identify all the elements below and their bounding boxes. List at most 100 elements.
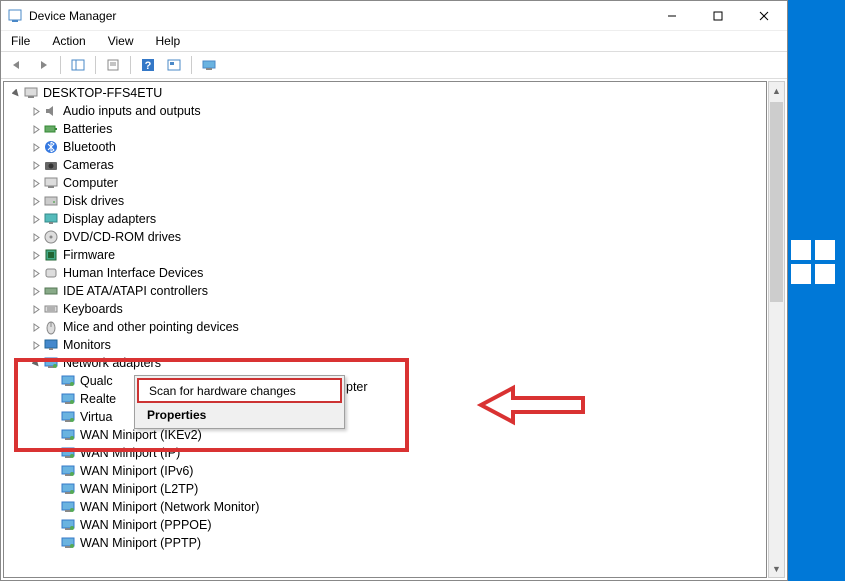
network-adapter-icon	[60, 373, 76, 389]
network-adapter-icon	[60, 463, 76, 479]
display-icon	[43, 211, 59, 227]
properties-button[interactable]	[101, 54, 125, 76]
tree-device[interactable]: WAN Miniport (L2TP)	[4, 480, 766, 498]
expand-icon[interactable]	[30, 123, 42, 135]
menu-file[interactable]: File	[7, 33, 34, 49]
tree-device[interactable]: WAN Miniport (IP)	[4, 444, 766, 462]
monitor-icon	[43, 337, 59, 353]
expand-icon[interactable]	[30, 249, 42, 261]
titlebar[interactable]: Device Manager	[1, 1, 787, 31]
windows-logo-icon	[791, 240, 835, 284]
hid-icon	[43, 265, 59, 281]
tree-category[interactable]: Bluetooth	[4, 138, 766, 156]
menu-help[interactable]: Help	[152, 33, 185, 49]
menu-view[interactable]: View	[104, 33, 138, 49]
tree-category[interactable]: Keyboards	[4, 300, 766, 318]
network-adapter-icon	[60, 535, 76, 551]
network-icon	[43, 355, 59, 371]
expand-icon[interactable]	[30, 321, 42, 333]
scroll-down-button[interactable]: ▼	[769, 560, 784, 577]
context-menu: Scan for hardware changes Properties	[134, 375, 345, 429]
svg-text:?: ?	[145, 60, 152, 72]
help-button[interactable]: ?	[136, 54, 160, 76]
expand-icon[interactable]	[30, 141, 42, 153]
tree-category[interactable]: Human Interface Devices	[4, 264, 766, 282]
dvd-icon	[43, 229, 59, 245]
maximize-button[interactable]	[695, 1, 741, 31]
network-adapter-icon	[60, 481, 76, 497]
truncated-device-text: pter	[346, 380, 368, 394]
camera-icon	[43, 157, 59, 173]
tree-device[interactable]: WAN Miniport (PPPOE)	[4, 516, 766, 534]
collapse-icon[interactable]	[10, 87, 22, 99]
device-tree[interactable]: DESKTOP-FFS4ETUAudio inputs and outputsB…	[3, 81, 767, 578]
expand-icon[interactable]	[30, 177, 42, 189]
tree-device[interactable]: WAN Miniport (IKEv2)	[4, 426, 766, 444]
context-menu-properties[interactable]: Properties	[137, 403, 342, 426]
network-adapter-icon	[60, 445, 76, 461]
tree-category[interactable]: Cameras	[4, 156, 766, 174]
ide-icon	[43, 283, 59, 299]
tree-device[interactable]: WAN Miniport (IPv6)	[4, 462, 766, 480]
audio-icon	[43, 103, 59, 119]
window-title: Device Manager	[29, 9, 649, 23]
tree-category[interactable]: Computer	[4, 174, 766, 192]
tree-device[interactable]: Qualc	[4, 372, 766, 390]
network-adapter-icon	[60, 517, 76, 533]
tree-category[interactable]: Batteries	[4, 120, 766, 138]
computer-icon	[23, 85, 39, 101]
network-adapter-icon	[60, 427, 76, 443]
expand-icon[interactable]	[30, 159, 42, 171]
tree-root[interactable]: DESKTOP-FFS4ETU	[4, 84, 766, 102]
disk-icon	[43, 193, 59, 209]
devices-button[interactable]	[197, 54, 221, 76]
close-button[interactable]	[741, 1, 787, 31]
menubar: File Action View Help	[1, 31, 787, 51]
expand-icon[interactable]	[30, 105, 42, 117]
tree-category[interactable]: Audio inputs and outputs	[4, 102, 766, 120]
scroll-thumb[interactable]	[770, 102, 783, 302]
tree-device[interactable]: Realte	[4, 390, 766, 408]
back-button[interactable]	[5, 54, 29, 76]
toolbar: ?	[1, 51, 787, 79]
annotation-arrow	[475, 384, 585, 426]
network-adapter-icon	[60, 391, 76, 407]
battery-icon	[43, 121, 59, 137]
vertical-scrollbar[interactable]: ▲ ▼	[768, 81, 785, 578]
tree-category[interactable]: Display adapters	[4, 210, 766, 228]
expand-icon[interactable]	[30, 213, 42, 225]
tree-device[interactable]: WAN Miniport (PPTP)	[4, 534, 766, 552]
tree-category[interactable]: Network adapters	[4, 354, 766, 372]
tree-category[interactable]: IDE ATA/ATAPI controllers	[4, 282, 766, 300]
network-adapter-icon	[60, 499, 76, 515]
tree-device[interactable]: Virtua	[4, 408, 766, 426]
bluetooth-icon	[43, 139, 59, 155]
tree-category[interactable]: Mice and other pointing devices	[4, 318, 766, 336]
tree-category[interactable]: Firmware	[4, 246, 766, 264]
expand-icon[interactable]	[30, 357, 42, 369]
app-icon	[7, 8, 23, 24]
device-manager-window: Device Manager File Action View Help ? D…	[0, 0, 788, 581]
mouse-icon	[43, 319, 59, 335]
expand-icon[interactable]	[30, 231, 42, 243]
firmware-icon	[43, 247, 59, 263]
computer-icon	[43, 175, 59, 191]
expand-icon[interactable]	[30, 285, 42, 297]
expand-icon[interactable]	[30, 267, 42, 279]
scroll-up-button[interactable]: ▲	[769, 82, 784, 99]
menu-action[interactable]: Action	[48, 33, 89, 49]
content-area: DESKTOP-FFS4ETUAudio inputs and outputsB…	[1, 79, 787, 580]
forward-button[interactable]	[31, 54, 55, 76]
tree-category[interactable]: Monitors	[4, 336, 766, 354]
expand-icon[interactable]	[30, 195, 42, 207]
context-menu-scan[interactable]: Scan for hardware changes	[138, 379, 341, 402]
tree-device[interactable]: WAN Miniport (Network Monitor)	[4, 498, 766, 516]
expand-icon[interactable]	[30, 339, 42, 351]
minimize-button[interactable]	[649, 1, 695, 31]
scan-button[interactable]	[162, 54, 186, 76]
tree-category[interactable]: Disk drives	[4, 192, 766, 210]
expand-icon[interactable]	[30, 303, 42, 315]
tree-category[interactable]: DVD/CD-ROM drives	[4, 228, 766, 246]
keyboard-icon	[43, 301, 59, 317]
show-hide-tree-button[interactable]	[66, 54, 90, 76]
